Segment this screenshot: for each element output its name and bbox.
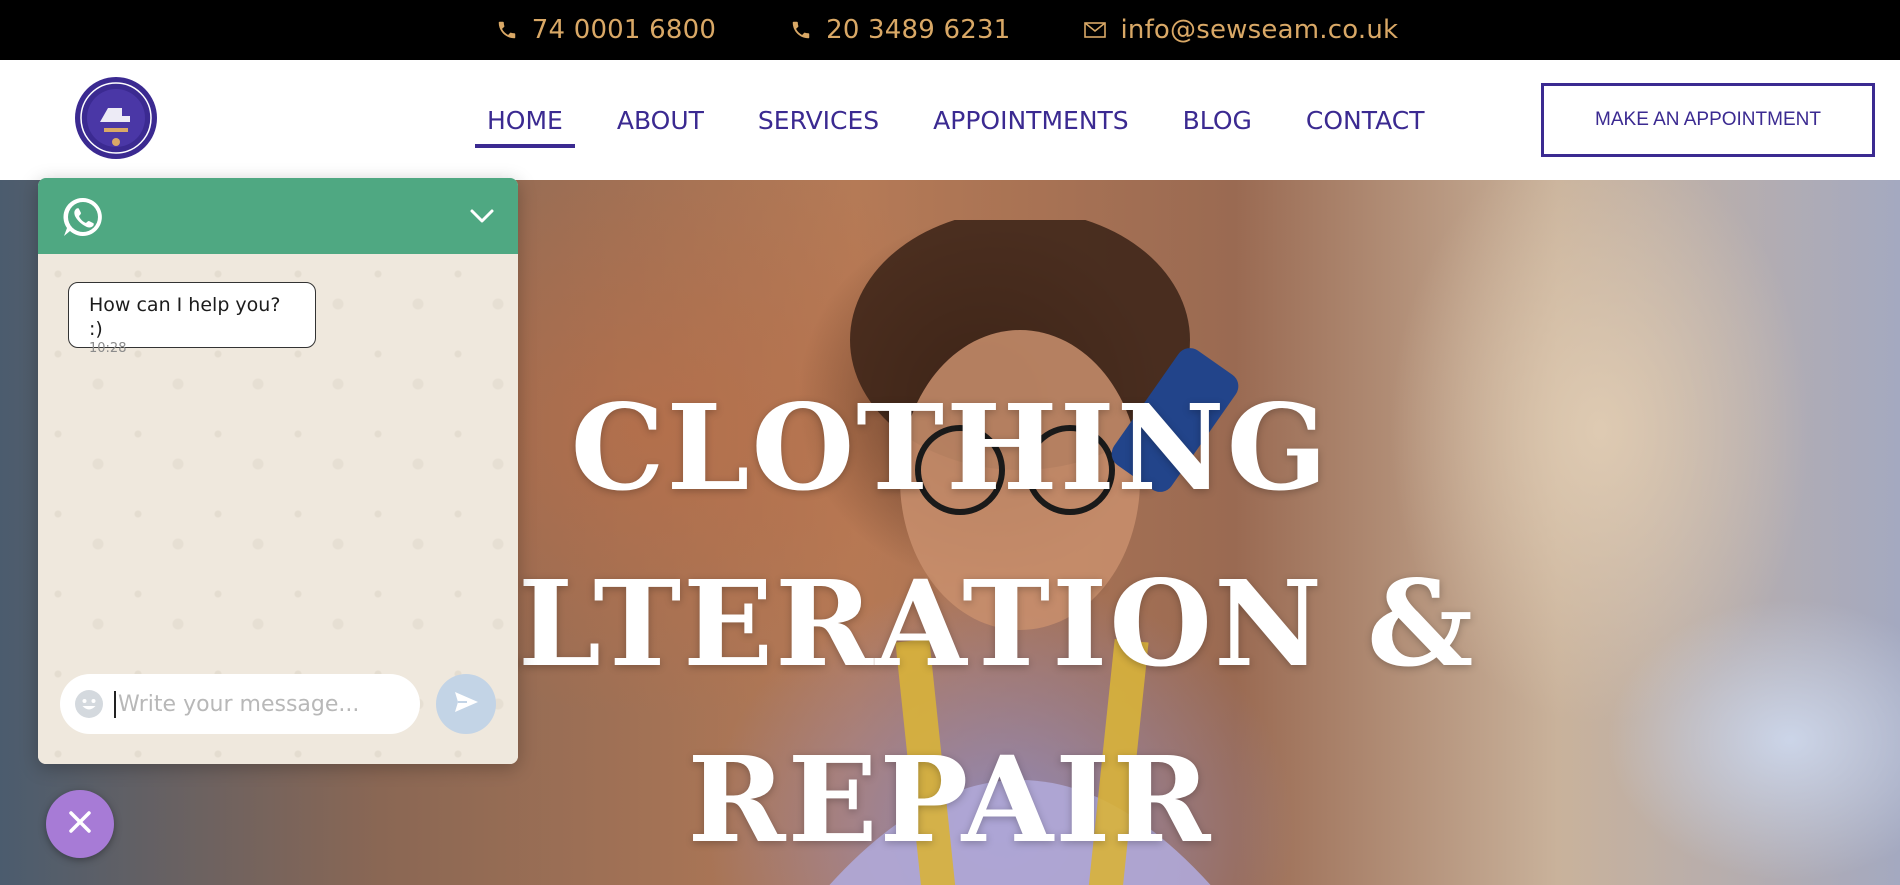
whatsapp-chat-widget: How can I help you? :) 10:28 xyxy=(38,178,518,764)
nav-item-contact[interactable]: CONTACT xyxy=(1294,60,1437,180)
chat-message-time: 10:28 xyxy=(89,341,127,356)
chat-message-input[interactable] xyxy=(114,690,394,718)
nav-item-home[interactable]: HOME xyxy=(475,60,575,180)
sewseam-logo[interactable] xyxy=(74,76,158,160)
top-contact-bar: 74 0001 6800 20 3489 6231 info@sewseam.c… xyxy=(0,0,1900,60)
nav-item-services[interactable]: SERVICES xyxy=(746,60,891,180)
send-icon xyxy=(452,688,480,721)
chat-input-wrapper xyxy=(60,674,420,734)
make-appointment-button[interactable]: MAKE AN APPOINTMENT xyxy=(1541,83,1875,157)
phone-icon xyxy=(496,19,518,41)
email-address: info@sewseam.co.uk xyxy=(1120,15,1399,45)
close-chat-button[interactable] xyxy=(46,790,114,858)
main-nav: HOME ABOUT SERVICES APPOINTMENTS BLOG CO… xyxy=(475,60,1466,180)
nav-item-blog[interactable]: BLOG xyxy=(1171,60,1264,180)
chat-message-bubble: How can I help you? :) 10:28 xyxy=(68,282,316,356)
chevron-down-icon[interactable] xyxy=(466,200,498,232)
whatsapp-icon xyxy=(62,196,104,238)
send-button[interactable] xyxy=(436,674,496,734)
mail-icon xyxy=(1084,22,1107,38)
nav-item-appointments[interactable]: APPOINTMENTS xyxy=(921,60,1140,180)
phone-number-1: 74 0001 6800 xyxy=(531,15,717,45)
email-link[interactable]: info@sewseam.co.uk xyxy=(1084,15,1398,45)
nav-item-about[interactable]: ABOUT xyxy=(605,60,716,180)
phone-link-2[interactable]: 20 3489 6231 xyxy=(790,15,1010,45)
chat-body: How can I help you? :) 10:28 xyxy=(38,254,518,764)
phone-icon xyxy=(790,19,812,41)
phone-number-2: 20 3489 6231 xyxy=(826,15,1011,45)
site-header: HOME ABOUT SERVICES APPOINTMENTS BLOG CO… xyxy=(0,60,1900,180)
smiley-icon[interactable] xyxy=(74,689,104,719)
chat-header xyxy=(38,178,518,254)
phone-link-1[interactable]: 74 0001 6800 xyxy=(496,15,716,45)
close-icon xyxy=(66,808,94,841)
chat-message-text: How can I help you? :) xyxy=(89,294,281,340)
